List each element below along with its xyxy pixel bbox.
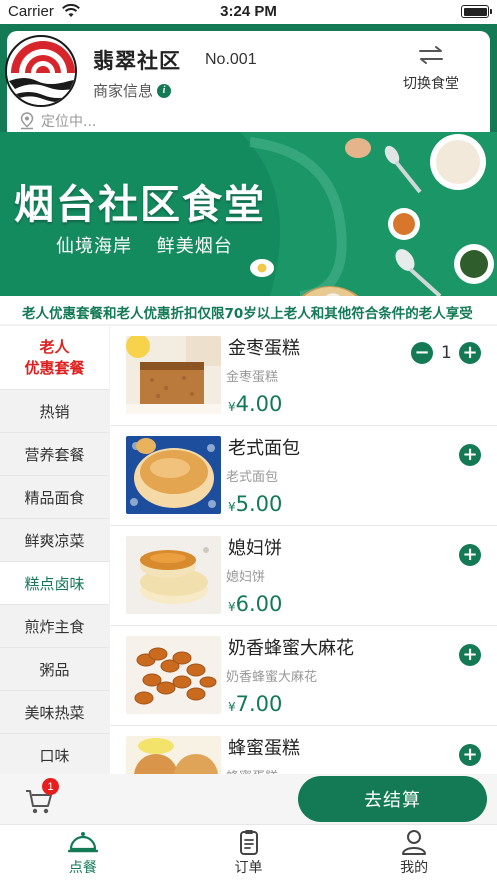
category-sidebar: 老人 优惠套餐 热销 营养套餐 精品面食 鲜爽凉菜 糕点卤味 煎炸主食 粥品 美… xyxy=(0,326,109,777)
banner-slogan-2: 鲜美烟台 xyxy=(156,236,233,257)
product-image xyxy=(126,536,221,614)
product-price: ¥7.00 xyxy=(228,692,283,716)
category-label: 优惠套餐 xyxy=(24,358,85,377)
notice-text: 老人优惠套餐和老人优惠折扣仅限70岁以上老人和其他符合条件的老人享受 xyxy=(22,306,473,322)
product-list: 金枣蛋糕 金枣蛋糕 ¥4.00 − 1 + 老式面包 老式面包 ¥5.00 + … xyxy=(110,326,497,774)
tab-label: 我的 xyxy=(400,860,429,876)
user-icon xyxy=(402,830,427,855)
banner-title: 烟台社区食堂 xyxy=(14,182,266,228)
product-item[interactable]: 蜂蜜蛋糕 蜂蜜蛋糕 + xyxy=(110,726,497,774)
category-nutrition-set[interactable]: 营养套餐 xyxy=(0,433,109,476)
store-name: 翡翠社区 xyxy=(93,49,181,73)
merchant-info-link[interactable]: 商家信息 i xyxy=(93,80,172,101)
category-label: 煎炸主食 xyxy=(24,617,85,636)
location-status[interactable]: 定位中... xyxy=(19,111,96,131)
product-subtitle: 金枣蛋糕 xyxy=(226,370,279,385)
category-hot-dishes[interactable]: 美味热菜 xyxy=(0,691,109,734)
add-button[interactable]: + xyxy=(459,744,481,766)
product-subtitle: 奶香蜂蜜大麻花 xyxy=(226,670,318,685)
plus-icon: + xyxy=(459,444,481,466)
product-name: 老式面包 xyxy=(228,438,300,459)
category-label: 糕点卤味 xyxy=(24,574,85,593)
plus-icon: + xyxy=(459,744,481,766)
notice-marquee: 老人优惠套餐和老人优惠折扣仅限70岁以上老人和其他符合条件的老人享受 xyxy=(0,296,497,324)
minus-button[interactable]: − xyxy=(411,342,433,364)
switch-canteen-button[interactable]: 切换食堂 xyxy=(386,45,476,93)
category-hot-sales[interactable]: 热销 xyxy=(0,390,109,433)
location-pin-icon xyxy=(20,112,34,130)
bottom-tab-bar: 点餐 订单 我的 xyxy=(0,824,497,883)
banner-slogan: 仙境海岸 鲜美烟台 xyxy=(56,232,251,258)
plus-icon: + xyxy=(459,644,481,666)
switch-canteen-label: 切换食堂 xyxy=(403,76,459,92)
product-subtitle: 蜂蜜蛋糕 xyxy=(226,766,278,774)
product-name: 媳妇饼 xyxy=(228,538,282,559)
category-fried-staples[interactable]: 煎炸主食 xyxy=(0,605,109,648)
add-button[interactable]: + xyxy=(459,644,481,666)
cart-badge: 1 xyxy=(42,778,59,795)
product-subtitle: 媳妇饼 xyxy=(226,570,266,585)
switch-arrows-icon xyxy=(419,46,443,64)
quantity-stepper: − 1 + xyxy=(411,342,481,364)
category-label: 粥品 xyxy=(39,660,70,679)
cart-bar: 1 去结算 xyxy=(0,774,497,824)
clipboard-icon xyxy=(239,830,258,855)
product-image xyxy=(126,436,221,514)
category-label: 美味热菜 xyxy=(24,703,85,722)
cloche-icon xyxy=(67,832,98,853)
tab-order-food[interactable]: 点餐 xyxy=(0,825,166,883)
status-bar: Carrier 3:24 PM xyxy=(0,0,497,24)
product-name: 奶香蜂蜜大麻花 xyxy=(228,638,354,659)
battery-icon xyxy=(461,5,492,18)
info-icon: i xyxy=(157,83,172,98)
product-image xyxy=(126,336,221,414)
product-image xyxy=(126,736,221,774)
product-image xyxy=(126,636,221,714)
category-label: 精品面食 xyxy=(24,488,85,507)
category-label: 口味 xyxy=(39,746,70,765)
add-button[interactable]: + xyxy=(459,544,481,566)
plus-icon: + xyxy=(459,544,481,566)
category-label: 营养套餐 xyxy=(24,445,85,464)
banner-slogan-1: 仙境海岸 xyxy=(56,236,132,257)
category-label: 热销 xyxy=(39,402,70,421)
product-price: ¥4.00 xyxy=(228,392,283,416)
category-label: 老人 xyxy=(39,337,70,356)
category-pastry[interactable]: 糕点卤味 xyxy=(0,562,109,605)
promo-banner[interactable]: 烟台社区食堂 仙境海岸 鲜美烟台 xyxy=(0,132,497,296)
product-price: ¥5.00 xyxy=(228,492,283,516)
plus-button[interactable]: + xyxy=(459,342,481,364)
product-item[interactable]: 老式面包 老式面包 ¥5.00 + xyxy=(110,426,497,526)
store-number: No.001 xyxy=(205,51,257,68)
tab-label: 点餐 xyxy=(68,860,97,876)
clock: 3:24 PM xyxy=(220,3,277,20)
category-elderly-set[interactable]: 老人 优惠套餐 xyxy=(0,326,109,390)
category-cold-dishes[interactable]: 鲜爽凉菜 xyxy=(0,519,109,562)
store-header: 翡翠社区 No.001 商家信息 i 切换食堂 定位中... xyxy=(0,24,497,132)
quantity-value: 1 xyxy=(441,343,452,363)
category-label: 鲜爽凉菜 xyxy=(24,531,85,550)
merchant-info-label: 商家信息 xyxy=(93,82,154,100)
add-button[interactable]: + xyxy=(459,444,481,466)
category-porridge[interactable]: 粥品 xyxy=(0,648,109,691)
store-logo xyxy=(5,35,77,107)
app-screen: Carrier 3:24 PM 翡翠社区 No.001 商家信息 i 切换食堂 … xyxy=(0,0,497,883)
product-price: ¥6.00 xyxy=(228,592,283,616)
product-item[interactable]: 奶香蜂蜜大麻花 奶香蜂蜜大麻花 ¥7.00 + xyxy=(110,626,497,726)
product-name: 金枣蛋糕 xyxy=(228,338,300,359)
product-item[interactable]: 媳妇饼 媳妇饼 ¥6.00 + xyxy=(110,526,497,626)
category-noodles[interactable]: 精品面食 xyxy=(0,476,109,519)
product-item[interactable]: 金枣蛋糕 金枣蛋糕 ¥4.00 − 1 + xyxy=(110,326,497,426)
store-card: 翡翠社区 No.001 商家信息 i 切换食堂 定位中... xyxy=(5,31,490,132)
category-flavor[interactable]: 口味 xyxy=(0,734,109,777)
tab-orders[interactable]: 订单 xyxy=(166,825,332,883)
tab-label: 订单 xyxy=(234,860,263,876)
location-label: 定位中... xyxy=(41,114,97,130)
product-name: 蜂蜜蛋糕 xyxy=(228,738,300,759)
tab-profile[interactable]: 我的 xyxy=(331,825,497,883)
product-subtitle: 老式面包 xyxy=(226,470,279,485)
checkout-button[interactable]: 去结算 xyxy=(298,776,487,822)
